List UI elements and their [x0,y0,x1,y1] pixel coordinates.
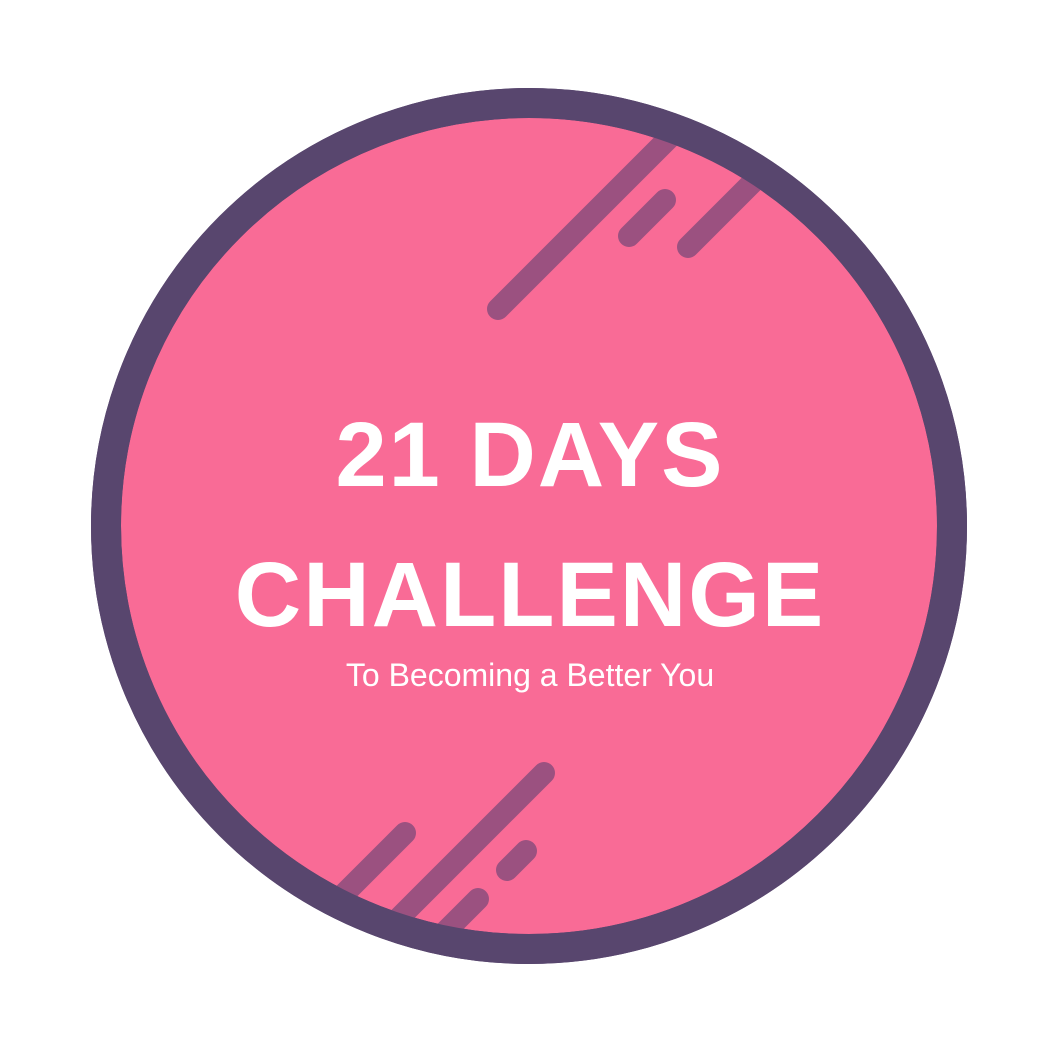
challenge-badge [91,88,967,964]
badge-title-line-1: 21 DAYS [335,404,725,506]
badge-subtitle: To Becoming a Better You [345,657,715,693]
badge-canvas: 21 DAYS CHALLENGE To Becoming a Better Y… [0,0,1059,1053]
stripe [496,840,537,881]
badge-title-line-2: CHALLENGE [234,544,826,646]
